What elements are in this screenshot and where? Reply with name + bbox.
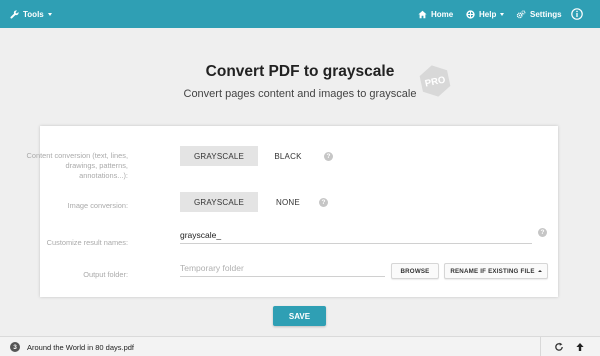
rename-if-existing-button[interactable]: RENAME IF EXISTING FILE bbox=[444, 263, 548, 279]
wrench-icon bbox=[10, 9, 19, 19]
file-count-badge[interactable]: 3 bbox=[10, 342, 20, 352]
content-conversion-label-text: Content conversion (text, lines, drawings… bbox=[26, 151, 128, 180]
pro-badge: PRO bbox=[419, 65, 451, 97]
lifebuoy-icon bbox=[466, 9, 475, 19]
upload-icon[interactable] bbox=[573, 340, 587, 354]
nav-home[interactable]: Home bbox=[418, 0, 453, 28]
output-folder-label: Output folder: bbox=[83, 270, 128, 279]
cogs-icon bbox=[516, 9, 526, 19]
question-icon[interactable]: ? bbox=[324, 152, 333, 161]
nav-home-label: Home bbox=[431, 9, 454, 19]
save-button[interactable]: SAVE bbox=[273, 306, 326, 326]
result-names-label: Customize result names: bbox=[46, 238, 128, 247]
top-navbar: Tools Home Help Settings bbox=[0, 0, 600, 28]
nav-settings-label: Settings bbox=[530, 9, 562, 19]
help-glyph: ? bbox=[321, 199, 326, 206]
home-icon bbox=[418, 10, 427, 19]
content-option-grayscale[interactable]: GRAYSCALE bbox=[180, 146, 258, 166]
page-title: Convert PDF to grayscale bbox=[205, 63, 395, 80]
footer-bar: 3 Around the World in 80 days.pdf bbox=[0, 336, 600, 356]
help-glyph: ? bbox=[326, 153, 331, 160]
info-icon bbox=[571, 8, 583, 20]
page-subtitle: Convert pages content and images to gray… bbox=[183, 88, 417, 100]
content-option-black[interactable]: BLACK bbox=[262, 146, 314, 166]
refresh-icon[interactable] bbox=[552, 340, 566, 354]
chevron-down-icon bbox=[47, 12, 52, 16]
browse-button[interactable]: BROWSE bbox=[391, 263, 439, 279]
output-folder-input[interactable]: Temporary folder bbox=[180, 259, 385, 277]
caret-up-icon bbox=[537, 270, 542, 272]
image-conversion-label: Image conversion: bbox=[67, 201, 128, 210]
question-icon[interactable]: ? bbox=[538, 228, 547, 237]
rename-button-label: RENAME IF EXISTING FILE bbox=[450, 267, 535, 275]
tools-menu[interactable]: Tools bbox=[10, 0, 52, 28]
content-conversion-label: Content conversion (text, lines, drawings… bbox=[27, 151, 128, 181]
info-button[interactable] bbox=[571, 0, 583, 28]
result-names-input[interactable]: grayscale_ bbox=[180, 227, 532, 244]
options-card: Content conversion (text, lines, drawings… bbox=[27, 126, 558, 297]
image-option-grayscale[interactable]: GRAYSCALE bbox=[180, 192, 258, 212]
question-icon[interactable]: ? bbox=[319, 198, 328, 207]
browse-button-label: BROWSE bbox=[400, 267, 430, 275]
selected-file-name[interactable]: Around the World in 80 days.pdf bbox=[27, 337, 134, 356]
help-glyph: ? bbox=[540, 229, 545, 236]
footer-divider bbox=[540, 337, 541, 356]
nav-settings[interactable]: Settings bbox=[516, 0, 562, 28]
help-menu-label: Help bbox=[479, 9, 497, 19]
tools-menu-label: Tools bbox=[23, 9, 44, 19]
help-menu[interactable]: Help bbox=[466, 0, 505, 28]
chevron-down-icon bbox=[500, 12, 505, 16]
image-option-none[interactable]: NONE bbox=[262, 192, 314, 212]
